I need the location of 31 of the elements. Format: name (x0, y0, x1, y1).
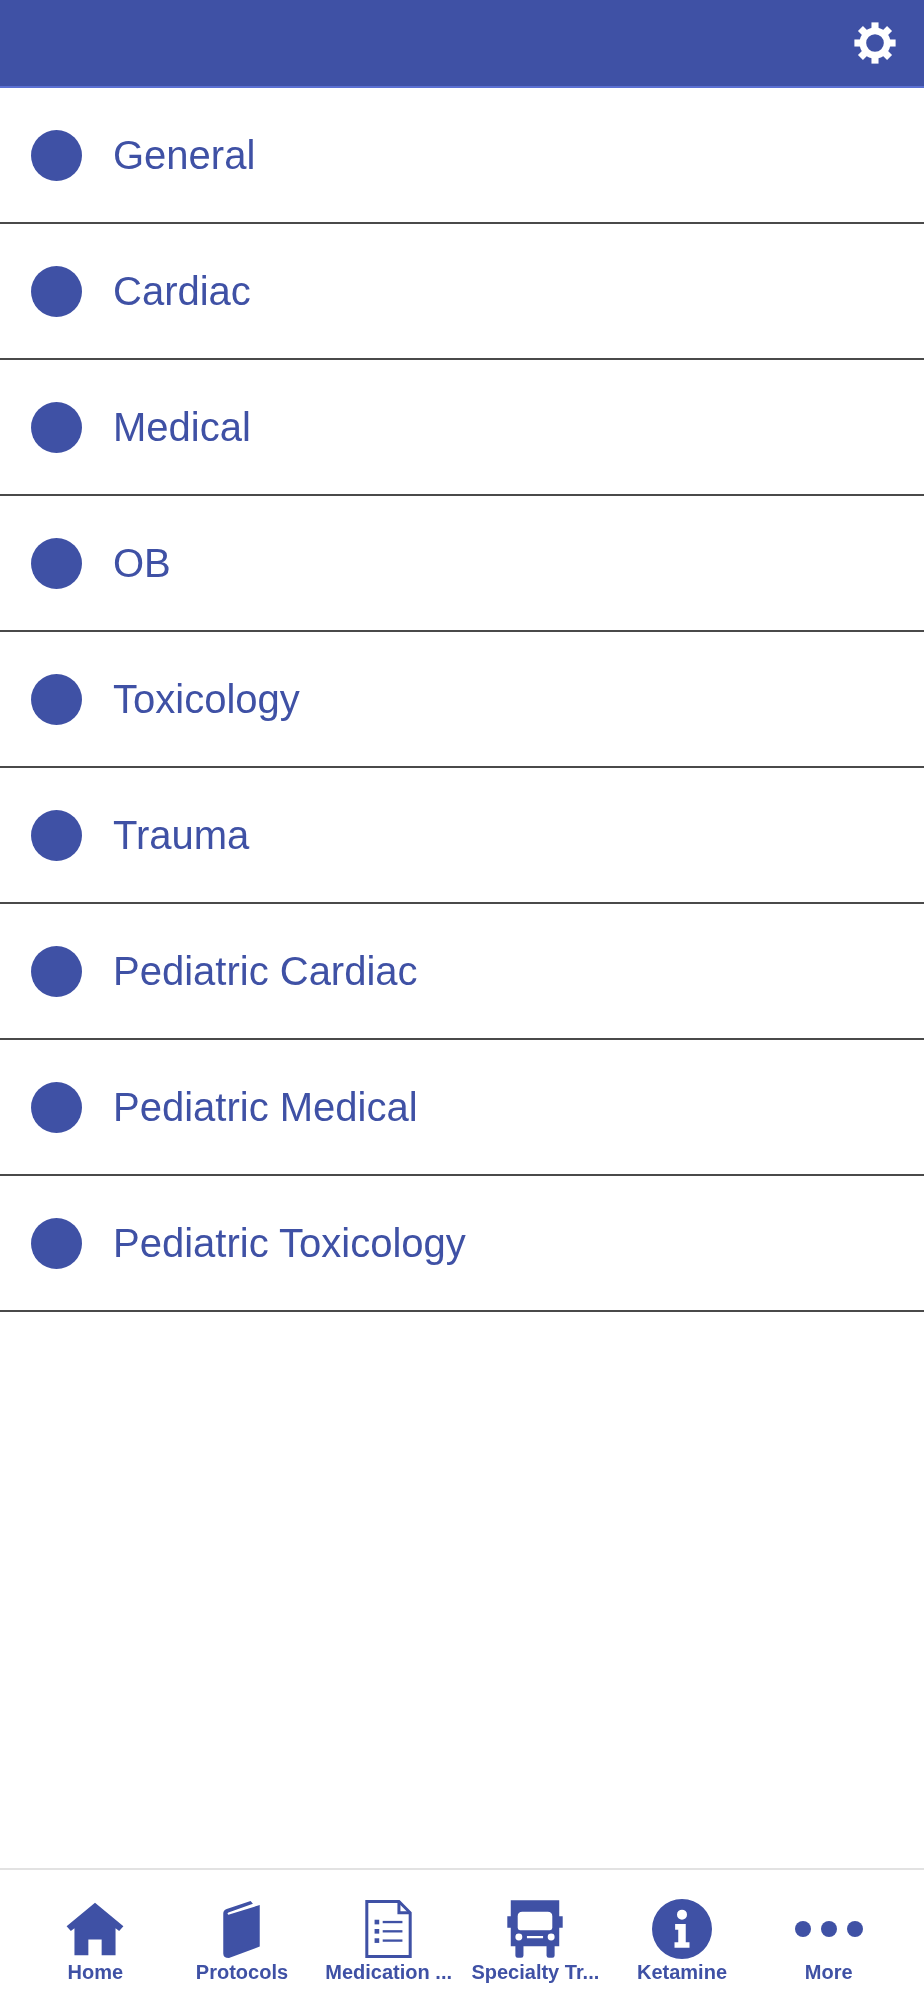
list-item[interactable]: General (0, 88, 924, 224)
list-item[interactable]: Trauma (0, 768, 924, 904)
list-item[interactable]: Pediatric Medical (0, 1040, 924, 1176)
circle-icon (31, 537, 82, 589)
more-icon (794, 1921, 863, 1937)
list-item[interactable]: Pediatric Toxicology (0, 1176, 924, 1312)
truck-icon (505, 1900, 566, 1958)
list-item[interactable]: Cardiac (0, 224, 924, 360)
circle-icon (31, 401, 82, 453)
tab-bar-item[interactable]: Protocols (168, 1870, 316, 2000)
tab-bar-item[interactable]: Medication ... (315, 1870, 462, 2000)
list-item[interactable]: Medical (0, 360, 924, 496)
list-item[interactable]: OB (0, 496, 924, 632)
circle-icon (31, 1217, 82, 1269)
info-icon (652, 1899, 712, 1959)
tab-bar-item[interactable]: More (755, 1870, 902, 2000)
home-icon (66, 1902, 125, 1956)
circle-icon (31, 945, 82, 997)
list-item[interactable]: Pediatric Cardiac (0, 904, 924, 1040)
circle-icon (31, 265, 82, 317)
circle-icon (31, 129, 82, 181)
settings-icon[interactable] (854, 22, 896, 64)
tab-bar-item[interactable]: Specialty Tr... (462, 1870, 609, 2000)
book-icon (222, 1900, 262, 1958)
circle-icon (31, 1081, 82, 1133)
list-item[interactable]: Toxicology (0, 632, 924, 768)
document-list-icon (365, 1900, 413, 1958)
circle-icon (31, 809, 82, 861)
tab-bar-item[interactable]: Home (22, 1870, 169, 2000)
tab-bar-item[interactable]: Ketamine (608, 1870, 756, 2000)
circle-icon (31, 673, 82, 725)
